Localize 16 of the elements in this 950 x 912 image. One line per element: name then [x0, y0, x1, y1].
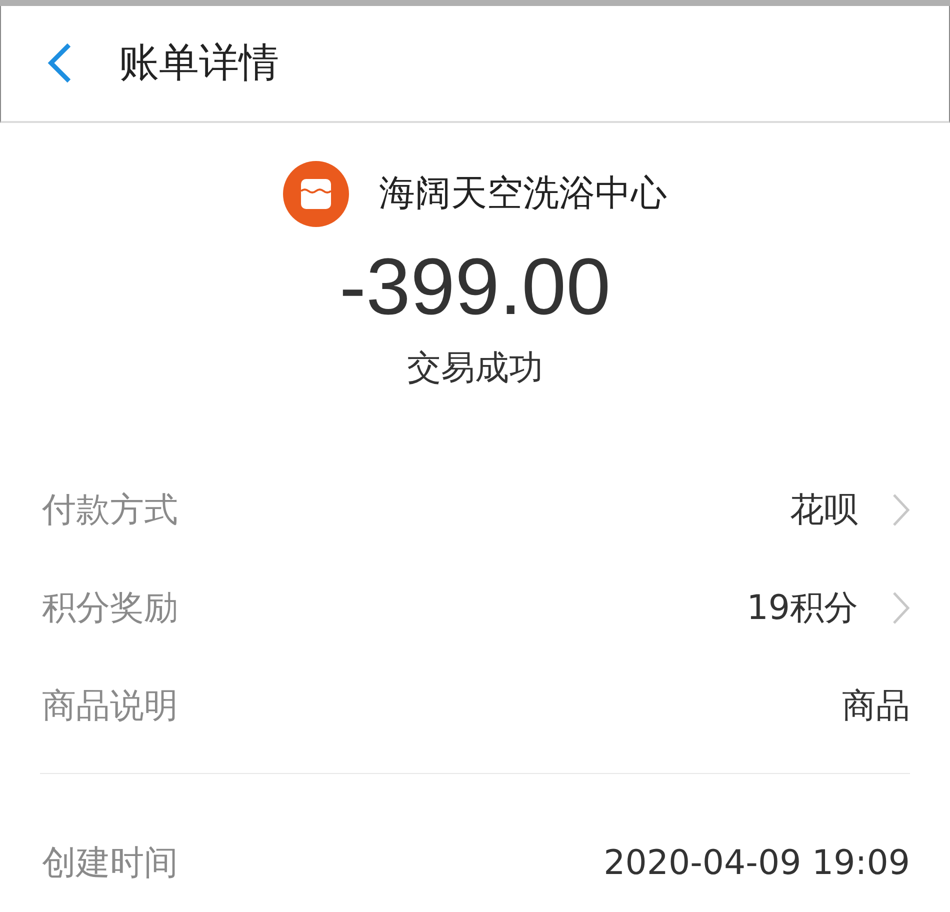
detail-value[interactable]: 19积分 — [746, 582, 858, 634]
detail-label: 创建时间 — [42, 842, 178, 884]
chevron-right-icon — [892, 493, 910, 527]
chevron-right-icon — [892, 591, 910, 625]
detail-label: 积分奖励 — [42, 586, 178, 630]
detail-value[interactable]: 花呗 — [790, 484, 858, 536]
detail-value: 2020-04-09 19:09 — [604, 842, 910, 884]
page-title: 账单详情 — [119, 39, 279, 88]
merchant-name: 海阔天空洗浴中心 — [379, 172, 667, 216]
detail-label: 付款方式 — [42, 488, 178, 532]
detail-label: 商品说明 — [42, 684, 178, 728]
store-icon — [283, 161, 349, 227]
amount: -399.00 — [339, 241, 611, 333]
transaction-status: 交易成功 — [407, 347, 543, 390]
detail-value: 商品 — [842, 684, 910, 728]
back-chevron-icon — [46, 42, 72, 84]
